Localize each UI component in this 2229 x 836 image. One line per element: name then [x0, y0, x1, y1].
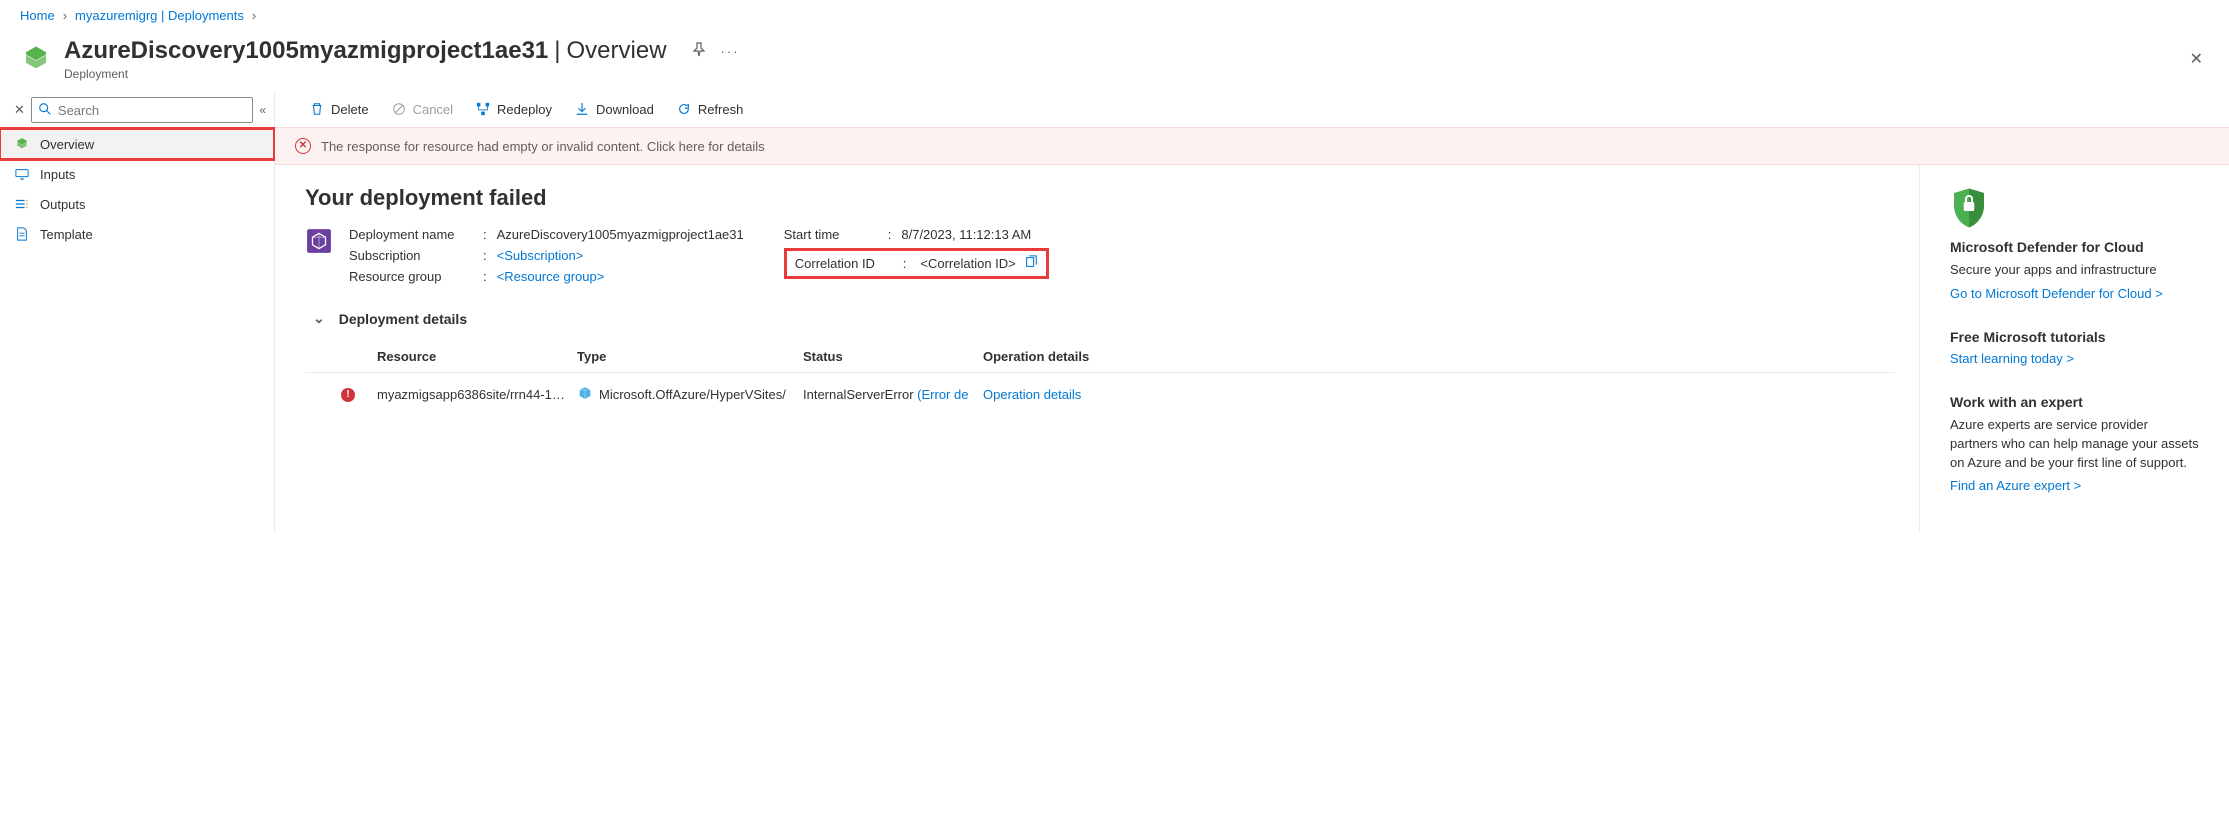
sidebar-item-label: Outputs	[40, 197, 86, 212]
cancel-label: Cancel	[413, 102, 453, 117]
redeploy-icon	[475, 101, 491, 117]
resource-type-icon	[577, 385, 593, 404]
v-resource-group[interactable]: <Resource group>	[497, 269, 605, 284]
error-dot-icon: !	[341, 388, 355, 402]
col-operation: Operation details	[983, 349, 1143, 364]
page-section: Overview	[567, 37, 667, 65]
sidebar-item-label: Overview	[40, 137, 94, 152]
tutorials-link[interactable]: Start learning today >	[1950, 351, 2074, 366]
refresh-icon	[676, 101, 692, 117]
search-field[interactable]	[58, 103, 246, 118]
sidebar-item-template[interactable]: Template	[0, 219, 274, 249]
collapse-sidebar-icon[interactable]: «	[259, 103, 266, 117]
delete-label: Delete	[331, 102, 369, 117]
resource-type-label: Deployment	[64, 67, 2184, 81]
table-header: Resource Type Status Operation details	[305, 341, 1895, 373]
refresh-button[interactable]: Refresh	[676, 101, 744, 117]
error-alert[interactable]: ✕ The response for resource had empty or…	[275, 127, 2229, 165]
deployment-details-heading: Deployment details	[339, 311, 467, 327]
trash-icon	[309, 101, 325, 117]
v-start-time: 8/7/2023, 11:12:13 AM	[901, 227, 1031, 242]
deployment-summary-icon	[305, 227, 333, 255]
k-deployment-name: Deployment name	[349, 227, 479, 242]
v-subscription[interactable]: <Subscription>	[497, 248, 584, 263]
chevron-right-icon: ›	[252, 8, 256, 23]
sidebar-item-label: Template	[40, 227, 93, 242]
cell-resource: myazmigsapp6386site/rrn44-1…	[377, 387, 577, 402]
chevron-right-icon: ›	[63, 8, 67, 23]
error-icon: ✕	[295, 138, 311, 154]
title-divider: |	[554, 37, 560, 65]
download-button[interactable]: Download	[574, 101, 654, 117]
expert-link[interactable]: Find an Azure expert >	[1950, 478, 2081, 493]
defender-link[interactable]: Go to Microsoft Defender for Cloud >	[1950, 286, 2163, 301]
k-correlation-id: Correlation ID	[795, 256, 895, 271]
refresh-label: Refresh	[698, 102, 744, 117]
copy-icon[interactable]	[1024, 255, 1038, 272]
expert-heading: Work with an expert	[1950, 394, 2199, 410]
clear-search-icon[interactable]: ✕	[14, 102, 25, 118]
sidebar-item-label: Inputs	[40, 167, 75, 182]
template-icon	[14, 226, 30, 242]
col-status: Status	[803, 349, 983, 364]
sidebar-item-outputs[interactable]: Outputs	[0, 189, 274, 219]
breadcrumb: Home › myazuremigrg | Deployments ›	[0, 0, 2229, 31]
page-title: AzureDiscovery1005myazmigproject1ae31	[64, 37, 548, 65]
defender-text: Secure your apps and infrastructure	[1950, 261, 2199, 280]
pin-icon[interactable]	[691, 42, 707, 61]
expert-text: Azure experts are service provider partn…	[1950, 416, 2199, 473]
col-resource: Resource	[377, 349, 577, 364]
correlation-id-row: Correlation ID: <Correlation ID>	[784, 248, 1049, 279]
more-icon[interactable]: ···	[721, 44, 740, 59]
v-correlation-id: <Correlation ID>	[920, 256, 1015, 271]
cancel-icon	[391, 101, 407, 117]
download-icon	[574, 101, 590, 117]
chevron-down-icon[interactable]: ⌄	[313, 310, 325, 327]
close-icon[interactable]: ✕	[2184, 43, 2209, 75]
tutorials-heading: Free Microsoft tutorials	[1950, 329, 2199, 345]
cell-status: InternalServerError	[803, 387, 914, 402]
overview-icon	[14, 136, 30, 152]
col-type: Type	[577, 349, 803, 364]
toolbar: Delete Cancel Redeploy Download Refresh	[275, 91, 2229, 127]
shield-icon	[1950, 187, 1988, 229]
error-details-link[interactable]: (Error de	[917, 387, 968, 402]
redeploy-button[interactable]: Redeploy	[475, 101, 552, 117]
operation-details-link[interactable]: Operation details	[983, 387, 1143, 402]
defender-heading: Microsoft Defender for Cloud	[1950, 239, 2199, 255]
search-icon	[38, 102, 52, 119]
delete-button[interactable]: Delete	[309, 101, 369, 117]
sidebar-item-inputs[interactable]: Inputs	[0, 159, 274, 189]
outputs-icon	[14, 196, 30, 212]
right-panel: Microsoft Defender for Cloud Secure your…	[1919, 165, 2229, 533]
alert-text: The response for resource had empty or i…	[321, 139, 765, 154]
fail-heading: Your deployment failed	[305, 185, 1895, 211]
page-header: AzureDiscovery1005myazmigproject1ae31 | …	[0, 31, 2229, 91]
download-label: Download	[596, 102, 654, 117]
cancel-button: Cancel	[391, 101, 453, 117]
inputs-icon	[14, 166, 30, 182]
sidebar-item-overview[interactable]: Overview	[0, 129, 274, 159]
search-input[interactable]	[31, 97, 253, 123]
v-deployment-name: AzureDiscovery1005myazmigproject1ae31	[497, 227, 744, 242]
sidebar: ✕ « Overview Inputs Outpu	[0, 91, 275, 533]
breadcrumb-rg[interactable]: myazuremigrg | Deployments	[75, 8, 244, 23]
k-resource-group: Resource group	[349, 269, 479, 284]
k-start-time: Start time	[784, 227, 884, 242]
deployment-icon	[20, 43, 52, 75]
cell-type: Microsoft.OffAzure/HyperVSites/	[599, 387, 786, 402]
k-subscription: Subscription	[349, 248, 479, 263]
table-row: ! myazmigsapp6386site/rrn44-1… Microsoft…	[305, 373, 1895, 416]
redeploy-label: Redeploy	[497, 102, 552, 117]
breadcrumb-home[interactable]: Home	[20, 8, 55, 23]
